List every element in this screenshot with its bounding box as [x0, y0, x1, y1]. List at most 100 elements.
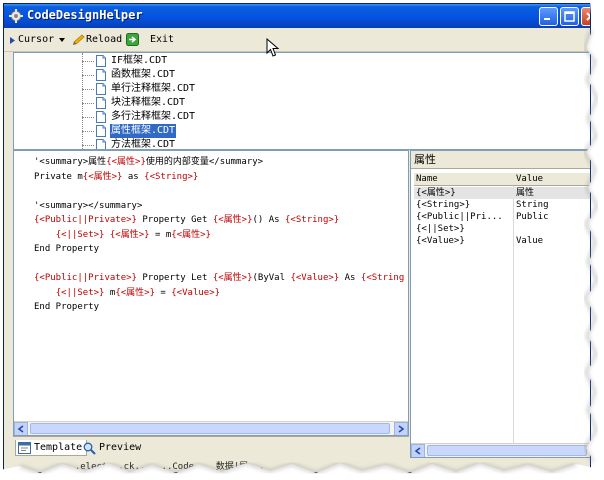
tree-item[interactable]: 方法框架.CDT	[82, 138, 282, 149]
file-icon	[96, 55, 106, 67]
property-name: {<属性>}	[416, 188, 456, 198]
title-bar[interactable]: CodeDesignHelper	[4, 4, 590, 28]
code-token: '<summary>属性	[34, 157, 107, 167]
property-row[interactable]: {<Value>} Value	[414, 235, 590, 247]
template-placeholder: {<属性>}	[115, 287, 155, 298]
template-placeholder: {<||Set>}	[55, 287, 105, 298]
property-row[interactable]: {<Public||Pri... Public	[414, 211, 590, 223]
tree-item[interactable]: 单行注释框架.CDT	[82, 82, 282, 96]
template-placeholder: {<属性>}	[109, 229, 150, 240]
file-icon	[96, 111, 106, 123]
code-token: End Property	[34, 244, 100, 254]
properties-scroll-thumb[interactable]	[427, 445, 587, 456]
template-editor[interactable]: '<summary>属性{<属性>}使用的内部变量</summary> Priva…	[13, 150, 409, 436]
column-header-name[interactable]: Name	[416, 174, 438, 184]
gear-icon	[9, 9, 23, 23]
tree-item[interactable]: 函数框架.CDT	[82, 68, 282, 82]
editor-horizontal-scrollbar[interactable]	[14, 421, 408, 435]
file-icon	[96, 139, 106, 149]
tree-connector	[82, 117, 94, 118]
file-icon	[96, 83, 106, 95]
code-line[interactable]: {<Public||Private>} Property Get {<属性>}(…	[34, 213, 404, 228]
code-token: as	[122, 171, 145, 182]
code-token: (ByVal	[252, 273, 291, 283]
property-row[interactable]: {<String>} String	[414, 199, 590, 211]
cursor-menu[interactable]: Cursor	[18, 34, 54, 45]
code-token: () As	[252, 215, 286, 225]
code-line[interactable]: {<||Set>} m{<属性>} = {<Value>}	[34, 286, 404, 301]
chevron-left-icon	[414, 447, 421, 455]
code-line[interactable]: '<summary>属性{<属性>}使用的内部变量</summary>	[34, 155, 404, 170]
tree-item-label: 属性框架.CDT	[110, 124, 177, 138]
scroll-right-button[interactable]	[394, 422, 408, 435]
scroll-left-button[interactable]	[14, 422, 28, 435]
tree-connector	[82, 61, 94, 62]
code-line[interactable]: End Property	[34, 242, 404, 257]
file-icon	[96, 125, 106, 137]
code-line[interactable]	[34, 257, 404, 272]
template-placeholder: {<||Set>}	[55, 229, 105, 240]
chevron-left-icon	[17, 425, 24, 433]
tab-template[interactable]: Template	[15, 440, 88, 456]
template-placeholder: {<属性>}	[212, 215, 253, 225]
close-button[interactable]	[581, 7, 590, 26]
template-placeholder: {<String>}	[144, 171, 199, 182]
property-value[interactable]: Public	[516, 211, 590, 223]
code-line[interactable]: {<||Set>} {<属性>} = m{<属性>}	[34, 228, 404, 243]
code-line[interactable]: End Property	[34, 300, 404, 315]
exit-button[interactable]: Exit	[150, 34, 174, 45]
code-line[interactable]: '<summary></summary>	[34, 199, 404, 214]
property-row[interactable]: {<||Set>}	[414, 223, 590, 235]
triangle-right-icon	[10, 37, 15, 44]
property-value[interactable]: String	[516, 199, 590, 211]
property-name: {<String>}	[416, 200, 471, 210]
template-placeholder: {<String	[360, 273, 405, 283]
tree-item[interactable]: 属性框架.CDT	[82, 124, 282, 138]
property-value[interactable]: Value	[516, 235, 590, 247]
tree-item-label: 单行注释框架.CDT	[111, 83, 196, 94]
tree-item-label: 函数框架.CDT	[111, 69, 176, 80]
chevron-right-icon	[398, 425, 405, 433]
property-value[interactable]: 属性	[516, 187, 590, 199]
template-placeholder: {<属性>}	[171, 229, 211, 240]
reload-button[interactable]: Reload	[86, 34, 122, 45]
property-row[interactable]: {<属性>} 属性	[414, 187, 590, 199]
code-token: '<summary></summary>	[34, 200, 143, 211]
minimize-button[interactable]	[539, 7, 558, 26]
window-title: CodeDesignHelper	[27, 8, 143, 22]
toolbar: Cursor Reload Exit	[4, 28, 590, 52]
template-icon	[18, 442, 31, 454]
tree-item[interactable]: IF框架.CDT	[82, 54, 282, 68]
tab-preview[interactable]: Preview	[81, 440, 141, 456]
tree-item[interactable]: 多行注释框架.CDT	[82, 110, 282, 124]
code-line[interactable]: {<Public||Private>} Property Let {<属性>}(…	[34, 271, 404, 286]
exit-icon	[126, 33, 139, 46]
app-window: CodeDesignHelper Cursor Reload Exit IF框架…	[3, 3, 591, 473]
template-placeholder: {<Value>}	[290, 273, 340, 283]
maximize-button[interactable]	[560, 7, 579, 26]
tree-item[interactable]: 块注释框架.CDT	[82, 96, 282, 110]
code-token: =	[155, 287, 172, 298]
tab-preview-label: Preview	[99, 442, 142, 453]
chevron-down-icon[interactable]	[59, 38, 65, 42]
code-text[interactable]: '<summary>属性{<属性>}使用的内部变量</summary> Priva…	[34, 155, 404, 315]
tree-connector	[82, 103, 94, 104]
properties-horizontal-scrollbar[interactable]	[411, 443, 590, 457]
grid-header: Name Value	[414, 173, 590, 186]
template-file-tree[interactable]: IF框架.CDT 函数框架.CDT 单行注释框架.CDT 块注释框架.CDT 多行注释框…	[13, 52, 590, 150]
property-name: {<||Set>}	[416, 224, 465, 234]
scroll-thumb[interactable]	[30, 423, 390, 434]
column-header-value[interactable]: Value	[516, 174, 543, 184]
editor-tabs: Template Preview	[13, 436, 409, 458]
code-line[interactable]	[34, 184, 404, 199]
tab-template-label: Template	[34, 442, 83, 453]
properties-panel: 属性 Name Value {<属性>} 属性 {<String>} String {<…	[410, 150, 590, 458]
property-name: {<Value>}	[416, 236, 465, 246]
tree-item-label: 块注释框架.CDT	[111, 97, 186, 108]
code-line[interactable]: Private m{<属性>} as {<String>}	[34, 170, 404, 185]
code-token: Property Let	[136, 273, 213, 283]
properties-scroll-left-button[interactable]	[411, 444, 425, 457]
template-placeholder: {<Public||Private>}	[34, 273, 137, 283]
status-bar: ...elect...ck... ...Code... 数据|属...	[4, 460, 590, 472]
